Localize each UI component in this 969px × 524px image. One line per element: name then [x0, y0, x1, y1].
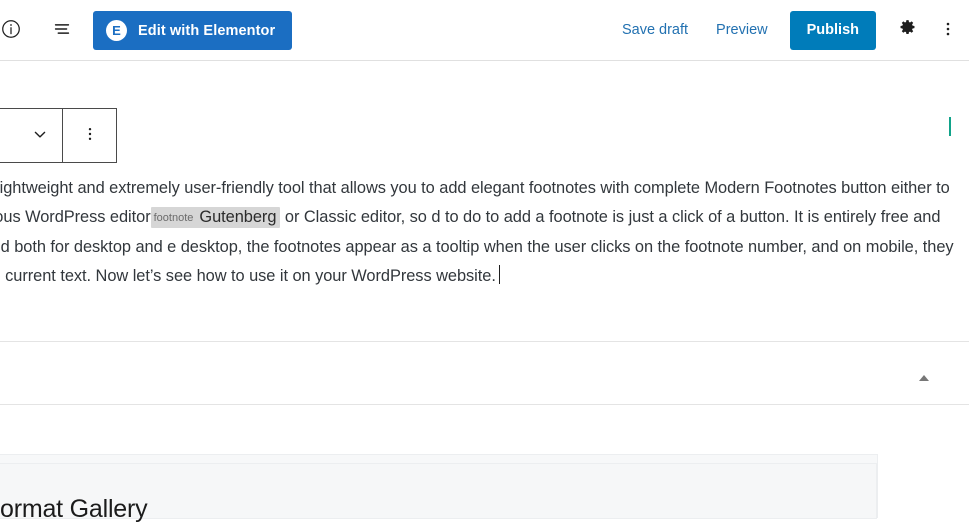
link-icon	[0, 123, 1, 148]
details-icon	[51, 18, 73, 43]
more-format-options-button[interactable]	[17, 109, 62, 162]
more-options-button[interactable]	[930, 12, 966, 48]
editor-header: E Edit with Elementor Save draft Preview…	[0, 0, 969, 61]
more-vertical-icon	[938, 19, 958, 42]
footnote-inline-annotation[interactable]: footnote Gutenberg	[150, 207, 281, 228]
header-left-group	[0, 0, 80, 60]
publish-button[interactable]: Publish	[789, 10, 876, 50]
info-icon	[0, 18, 22, 43]
preview-button[interactable]: Preview	[712, 16, 772, 44]
elementor-logo-icon: E	[106, 20, 127, 41]
block-toolbar-format-group	[0, 109, 62, 162]
content-divider-top	[0, 341, 969, 342]
footnote-tag-label: footnote	[153, 212, 194, 224]
paragraph-segment-3: or Classic editor, so	[280, 208, 432, 226]
gallery-block-title: ormat Gallery	[0, 495, 148, 523]
footnote-term-text: Gutenberg	[199, 208, 277, 226]
paragraph-block[interactable]: gin is a lightweight and extremely user-…	[0, 174, 964, 291]
gear-icon	[897, 18, 918, 42]
post-content-area: gin is a lightweight and extremely user-…	[0, 174, 964, 291]
paragraph-segment-5: e desktop, the footnotes appear as a too…	[167, 238, 954, 256]
gallery-block[interactable]: ormat Gallery	[0, 454, 878, 523]
edit-with-elementor-label: Edit with Elementor	[138, 22, 276, 39]
sidebar-edge-marker	[949, 117, 951, 136]
settings-button[interactable]	[889, 12, 925, 48]
edit-with-elementor-button[interactable]: E Edit with Elementor	[93, 11, 293, 50]
collapse-arrow-button[interactable]	[912, 366, 936, 390]
link-button[interactable]	[0, 109, 17, 162]
chevron-down-icon	[30, 124, 50, 147]
more-vertical-icon	[80, 124, 100, 147]
paragraph-segment-1: gin is a lightweight and extremely user-…	[0, 179, 705, 197]
header-right-group: Save draft Preview Publish	[618, 0, 969, 60]
document-overview-button[interactable]	[44, 12, 80, 48]
paragraph-segment-6: elow the current text. Now let’s see how…	[0, 267, 496, 285]
block-toolbar-options-group	[63, 109, 116, 162]
info-button[interactable]	[0, 12, 29, 48]
triangle-up-icon	[919, 375, 929, 381]
elementor-badge-letter: E	[112, 23, 121, 38]
block-toolbar	[0, 108, 117, 163]
block-options-button[interactable]	[63, 109, 116, 162]
content-divider-bottom	[0, 404, 969, 405]
text-caret	[498, 265, 500, 284]
save-draft-button[interactable]: Save draft	[618, 16, 692, 44]
